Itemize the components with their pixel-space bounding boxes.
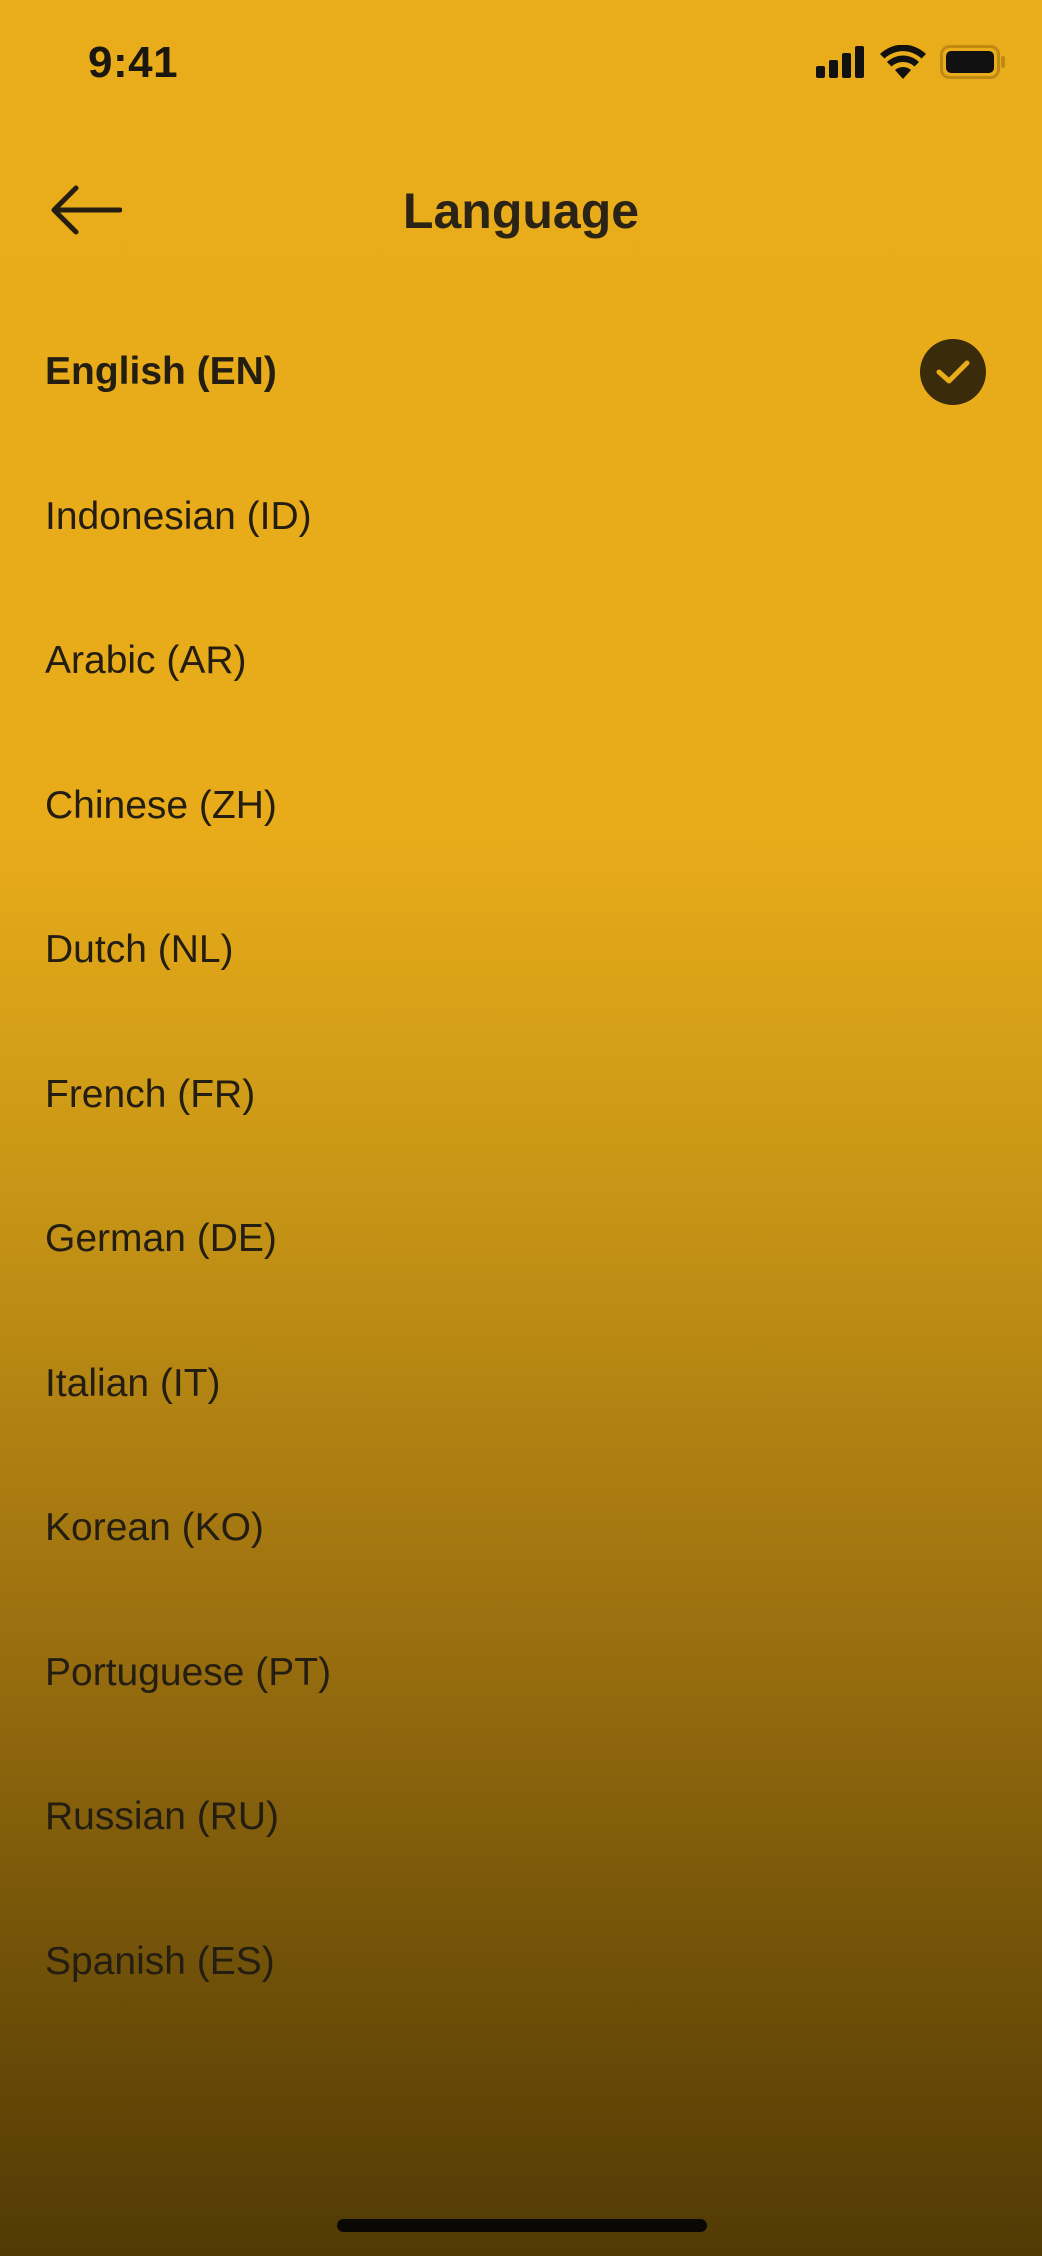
language-label: Spanish (ES): [45, 1939, 275, 1983]
language-label: French (FR): [45, 1072, 256, 1116]
home-indicator[interactable]: [337, 2219, 707, 2232]
language-label: Arabic (AR): [45, 639, 247, 683]
language-option-zh[interactable]: Chinese (ZH): [0, 734, 1042, 879]
page-title: Language: [402, 183, 640, 239]
cellular-signal-icon: [816, 46, 866, 78]
battery-icon: [940, 45, 1006, 79]
language-label: Korean (KO): [45, 1506, 264, 1550]
language-label: Italian (IT): [45, 1361, 221, 1405]
language-option-pt[interactable]: Portuguese (PT): [0, 1601, 1042, 1746]
status-bar: 9:41: [0, 0, 1042, 130]
language-label: German (DE): [45, 1217, 277, 1261]
language-option-en[interactable]: English (EN): [0, 300, 1042, 445]
language-label: English (EN): [45, 350, 277, 394]
language-option-nl[interactable]: Dutch (NL): [0, 878, 1042, 1023]
language-option-id[interactable]: Indonesian (ID): [0, 445, 1042, 590]
language-label: Indonesian (ID): [45, 494, 312, 538]
language-label: Dutch (NL): [45, 928, 234, 972]
language-option-fr[interactable]: French (FR): [0, 1023, 1042, 1168]
language-label: Portuguese (PT): [45, 1650, 332, 1694]
language-option-es[interactable]: Spanish (ES): [0, 1890, 1042, 2035]
language-list: English (EN) Indonesian (ID) Arabic (AR)…: [0, 300, 1042, 2034]
language-option-ru[interactable]: Russian (RU): [0, 1745, 1042, 1890]
language-option-it[interactable]: Italian (IT): [0, 1312, 1042, 1457]
language-label: Russian (RU): [45, 1795, 280, 1839]
language-option-ar[interactable]: Arabic (AR): [0, 589, 1042, 734]
language-option-ko[interactable]: Korean (KO): [0, 1456, 1042, 1601]
language-label: Chinese (ZH): [45, 783, 277, 827]
status-time: 9:41: [88, 38, 179, 87]
checkmark-icon: [920, 339, 986, 406]
status-icons: [816, 44, 1006, 80]
wifi-icon: [880, 45, 926, 79]
language-option-de[interactable]: German (DE): [0, 1167, 1042, 1312]
navigation-bar: Language: [0, 160, 1042, 265]
